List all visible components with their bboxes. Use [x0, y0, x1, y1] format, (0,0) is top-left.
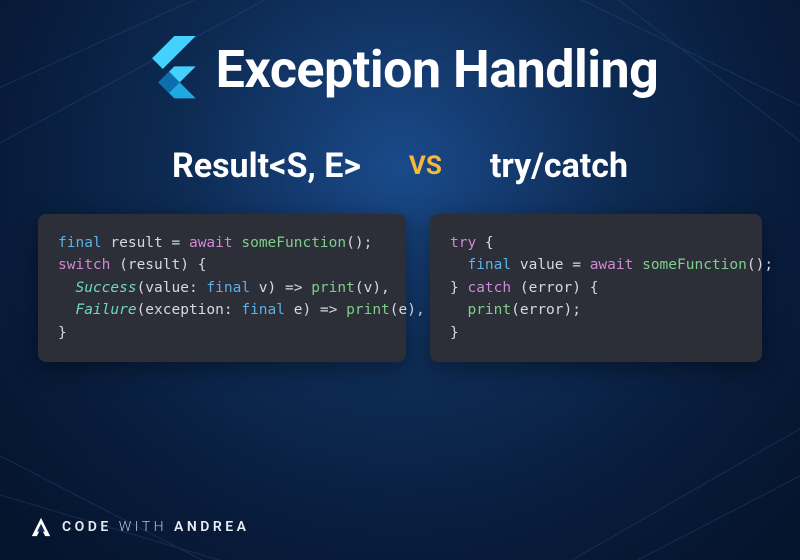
- vs-label: VS: [409, 151, 442, 181]
- code-token: =: [172, 235, 181, 251]
- code-token: [581, 257, 590, 273]
- code-token: [180, 235, 189, 251]
- code-token: [633, 257, 642, 273]
- code-token: await: [189, 235, 233, 251]
- code-block-trycatch: try { final value = await someFunction()…: [430, 214, 762, 362]
- code-token: (error);: [511, 302, 581, 318]
- code-token: v): [250, 280, 285, 296]
- code-token: ();: [747, 257, 773, 273]
- code-token: (result) {: [110, 257, 206, 273]
- code-token: (exception:: [137, 302, 242, 318]
- code-token: await: [590, 257, 634, 273]
- code-token: switch: [58, 257, 110, 273]
- code-token: =>: [320, 302, 337, 318]
- slide-content: Exception Handling Result<S, E> VS try/c…: [0, 0, 800, 560]
- code-token: [58, 302, 75, 318]
- code-token: final: [206, 280, 250, 296]
- code-token: someFunction: [241, 235, 346, 251]
- code-token: (value:: [137, 280, 207, 296]
- code-token: final: [58, 235, 102, 251]
- code-token: =: [572, 257, 581, 273]
- code-token: [450, 257, 467, 273]
- compare-headings: Result<S, E> VS try/catch: [40, 146, 760, 186]
- code-token: }: [450, 280, 467, 296]
- code-token: final: [467, 257, 511, 273]
- code-token: {: [476, 235, 493, 251]
- code-token: (v),: [355, 280, 390, 296]
- code-token: print: [346, 302, 390, 318]
- code-token: }: [58, 325, 67, 341]
- code-token: [302, 280, 311, 296]
- code-token: [337, 302, 346, 318]
- code-token: [450, 302, 467, 318]
- code-token: e): [285, 302, 320, 318]
- code-token: value: [511, 257, 572, 273]
- code-token: catch: [467, 280, 511, 296]
- code-token: ();: [346, 235, 372, 251]
- code-token: [58, 280, 75, 296]
- code-token: =>: [285, 280, 302, 296]
- code-token: print: [311, 280, 355, 296]
- heading-right: try/catch: [490, 146, 628, 186]
- code-token: (error) {: [511, 280, 598, 296]
- code-token: try: [450, 235, 476, 251]
- code-block-result: final result = await someFunction(); swi…: [38, 214, 406, 362]
- code-token: result: [102, 235, 172, 251]
- code-token: Success: [75, 280, 136, 296]
- code-token: }: [450, 325, 459, 341]
- code-token: (e),: [390, 302, 425, 318]
- code-row: final result = await someFunction(); swi…: [40, 214, 760, 362]
- code-token: final: [241, 302, 285, 318]
- page-title: Exception Handling: [216, 39, 659, 100]
- title-row: Exception Handling: [40, 36, 760, 102]
- code-token: print: [467, 302, 511, 318]
- flutter-logo-icon: [142, 36, 196, 102]
- code-token: Failure: [75, 302, 136, 318]
- code-token: someFunction: [642, 257, 747, 273]
- heading-left: Result<S, E>: [172, 146, 361, 186]
